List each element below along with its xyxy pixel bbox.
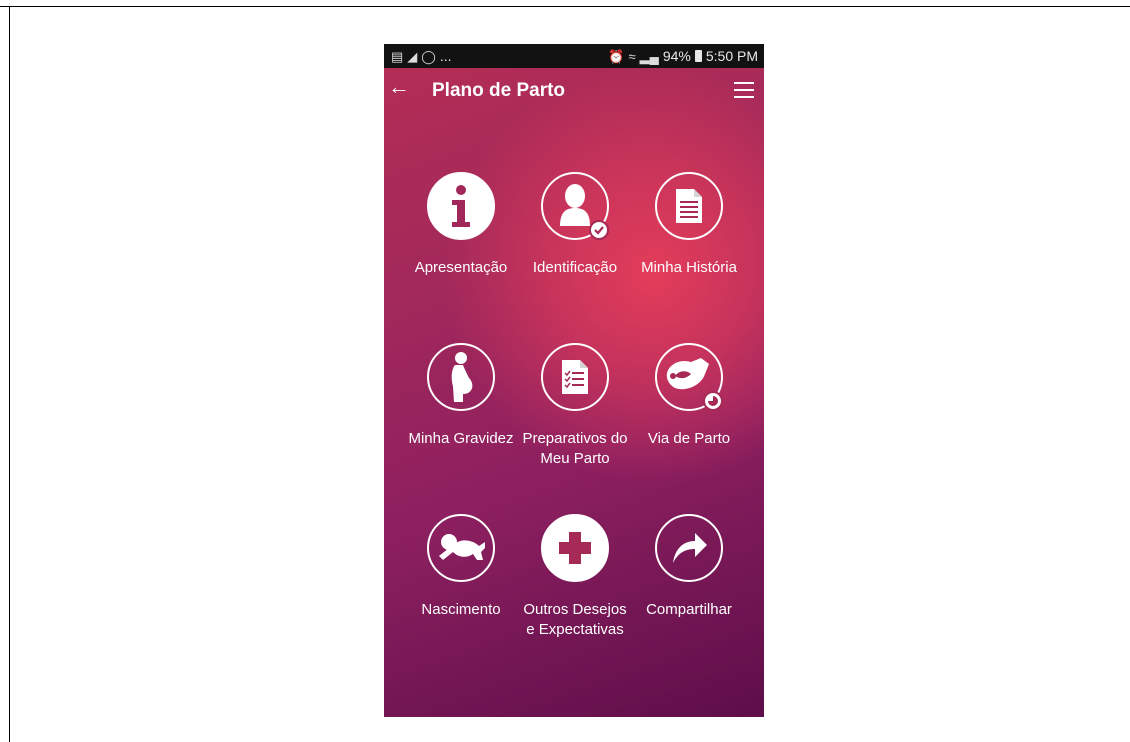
check-badge-icon <box>589 220 609 240</box>
menu-item-minha-gravidez[interactable]: Minha Gravidez <box>404 343 518 514</box>
menu-item-minha-historia[interactable]: Minha História <box>632 172 746 343</box>
menu-item-label: Minha Gravidez <box>408 430 514 447</box>
wifi-icon: ≈ <box>628 48 636 64</box>
battery-percent: 94% <box>662 48 691 64</box>
status-left-icons: ▤ ◢ ◯ ... <box>384 48 452 64</box>
pregnant-woman-icon[interactable] <box>427 343 495 411</box>
menu-item-label: Minha História <box>641 259 737 276</box>
checklist-icon[interactable] <box>541 343 609 411</box>
menu-item-label: Via de Parto <box>647 430 731 447</box>
menu-item-identificacao[interactable]: Identificação <box>518 172 632 343</box>
document-icon[interactable] <box>655 172 723 240</box>
battery-icon <box>694 50 702 62</box>
back-arrow-icon[interactable]: ← <box>388 76 410 98</box>
frame-border-top <box>0 6 1130 7</box>
alarm-icon: ⏰ <box>608 48 625 64</box>
status-right-icons: ⏰ ≈ ▂▄ 94% 5:50 PM <box>608 48 764 64</box>
status-bar: ▤ ◢ ◯ ... ⏰ ≈ ▂▄ 94% 5:50 PM <box>384 44 764 68</box>
menu-item-label: Nascimento <box>421 601 501 618</box>
info-icon[interactable] <box>427 172 495 240</box>
image-icon: ▤ <box>391 48 404 64</box>
share-arrow-icon[interactable] <box>655 514 723 582</box>
notification-ellipsis: ... <box>439 48 452 64</box>
menu-grid: Apresentação Identificação Minha Históri… <box>404 172 746 685</box>
menu-item-via-de-parto[interactable]: Via de Parto <box>632 343 746 514</box>
menu-item-apresentacao[interactable]: Apresentação <box>404 172 518 343</box>
phone-screen: ▤ ◢ ◯ ... ⏰ ≈ ▂▄ 94% 5:50 PM ← Plano de … <box>384 44 764 717</box>
menu-item-label: Compartilhar <box>646 601 732 618</box>
menu-item-nascimento[interactable]: Nascimento <box>404 514 518 685</box>
menu-item-label: Identificação <box>532 259 618 276</box>
flipboard-icon: ◢ <box>407 48 418 64</box>
whatsapp-icon: ◯ <box>421 48 436 64</box>
birth-position-icon[interactable] <box>655 343 723 411</box>
plus-icon[interactable] <box>541 514 609 582</box>
app-bar: ← Plano de Parto <box>384 68 764 114</box>
hamburger-menu-icon[interactable] <box>734 82 754 98</box>
menu-item-label: Outros Desejos e Expectativas <box>523 601 627 638</box>
frame-border-left <box>9 6 10 742</box>
user-check-icon[interactable] <box>541 172 609 240</box>
menu-item-compartilhar[interactable]: Compartilhar <box>632 514 746 685</box>
menu-item-outros-desejos[interactable]: Outros Desejos e Expectativas <box>518 514 632 685</box>
menu-item-label: Preparativos do Meu Parto <box>522 430 628 467</box>
signal-icon: ▂▄ <box>639 48 659 64</box>
status-time: 5:50 PM <box>705 48 758 64</box>
baby-icon[interactable] <box>427 514 495 582</box>
menu-item-label: Apresentação <box>414 259 508 276</box>
page-title: Plano de Parto <box>432 80 566 101</box>
clock-badge-icon <box>703 391 723 411</box>
menu-item-preparativos[interactable]: Preparativos do Meu Parto <box>518 343 632 514</box>
